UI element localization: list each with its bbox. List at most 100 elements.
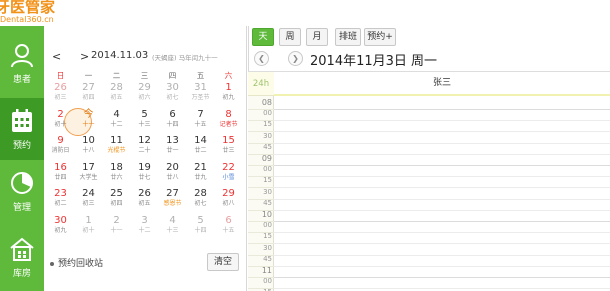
time-label: 00 — [263, 221, 272, 230]
clear-button[interactable]: 清空 — [207, 253, 239, 271]
nav-item-appointments[interactable]: 预约 — [0, 98, 44, 160]
calendar-day[interactable]: 27 感恩节 — [159, 188, 186, 215]
day-lunar: 十五 — [222, 226, 235, 234]
left-nav: 患者 预约 管理 库房 — [0, 26, 44, 291]
month-view-tab[interactable]: 月 — [306, 28, 328, 46]
day-number: 11 — [110, 135, 123, 146]
calendar-day[interactable]: 23 初二 — [47, 188, 74, 215]
calendar-day[interactable]: 15 廿三 — [215, 135, 242, 162]
calendar-day[interactable]: 16 廿四 — [47, 162, 74, 189]
calendar-day[interactable]: 7 十五 — [187, 109, 214, 136]
mini-calendar-lunar: (天蝎座) 马年闰九十一 — [152, 54, 218, 62]
calendar-day[interactable]: 18 廿六 — [103, 162, 130, 189]
calendar-day[interactable]: 6 十五 — [215, 215, 242, 242]
calendar-day[interactable]: 2 十一 — [103, 215, 130, 242]
time-label: 15 — [263, 120, 272, 129]
calendar-day[interactable]: 1 初十 — [75, 215, 102, 242]
calendar-day[interactable]: 4 十三 — [159, 215, 186, 242]
day-number: 5 — [141, 108, 148, 120]
next-day-button[interactable]: ❯ — [288, 51, 303, 66]
mini-calendar-header: < > 2014.11.03 (天蝎座) 马年闰九十一 — [44, 50, 247, 66]
day-number: 6 — [225, 214, 232, 226]
day-lunar: 廿二 — [194, 147, 207, 154]
calendar-day[interactable]: 31 万圣节 — [187, 82, 214, 109]
weekday-header: 三 — [140, 71, 149, 80]
next-month-button[interactable]: > — [80, 50, 89, 63]
calendar-day[interactable]: 13 廿一 — [159, 135, 186, 162]
nav-item-warehouse[interactable]: 库房 — [0, 226, 44, 288]
day-lunar: 十二 — [110, 120, 123, 128]
calendar-day[interactable]: 10 十八 — [75, 135, 102, 162]
calendar-day[interactable]: 2 初十 — [47, 109, 74, 136]
nav-item-patients[interactable]: 患者 — [0, 32, 44, 94]
calendar-day[interactable]: 30 初九 — [47, 215, 74, 242]
day-lunar: 廿四 — [54, 173, 67, 181]
calendar-day-today[interactable]: 今十一 — [75, 109, 102, 136]
calendar-day[interactable]: 1 初九 — [215, 82, 242, 109]
calendar-day[interactable]: 14 廿二 — [187, 135, 214, 162]
schedule-button[interactable]: 排班 — [335, 28, 361, 46]
calendar-day[interactable]: 9 消防日 — [47, 135, 74, 162]
calendar-day[interactable]: 4 十二 — [103, 109, 130, 136]
day-lunar: 初五 — [110, 94, 123, 101]
calendar-day[interactable]: 19 廿七 — [131, 162, 158, 189]
time-label: 15 — [263, 176, 272, 185]
calendar-day[interactable]: 27 初四 — [75, 82, 102, 109]
day-lunar: 十三 — [138, 120, 151, 128]
day-lunar: 初三 — [54, 94, 67, 101]
calendar-day[interactable]: 11 光棍节 — [103, 135, 130, 162]
prev-month-button[interactable]: < — [52, 50, 61, 63]
week-view-tab[interactable]: 周 — [279, 28, 301, 46]
day-lunar: 十二 — [138, 226, 151, 234]
calendar-day[interactable]: 29 初八 — [215, 188, 242, 215]
calendar-day[interactable]: 22 小雪 — [215, 162, 242, 189]
day-lunar: 初三 — [82, 200, 95, 207]
day-number: 30 — [166, 82, 179, 93]
calendar-day[interactable]: 26 初五 — [131, 188, 158, 215]
day-number: 24 — [82, 188, 95, 199]
day-number: 26 — [138, 188, 151, 199]
calendar-day[interactable]: 20 廿八 — [159, 162, 186, 189]
day-lunar: 万圣节 — [191, 94, 210, 101]
calendar-day[interactable]: 21 廿九 — [187, 162, 214, 189]
time-label: 45 — [263, 142, 272, 151]
weekday-header: 六 — [224, 71, 233, 80]
day-number: 2 — [57, 108, 64, 120]
nav-label-appointments: 预约 — [12, 141, 31, 151]
doctor-column-header[interactable]: 张三 — [274, 72, 610, 96]
day-lunar: 廿三 — [222, 147, 235, 154]
calendar-day[interactable]: 3 十二 — [131, 215, 158, 242]
calendar-day[interactable]: 28 初七 — [187, 188, 214, 215]
nav-item-management[interactable]: 管理 — [0, 160, 44, 222]
calendar-day[interactable]: 26 初三 — [47, 82, 74, 109]
calendar-day[interactable]: 24 初三 — [75, 188, 102, 215]
chevron-right-icon: ❯ — [292, 54, 299, 63]
calendar-day[interactable]: 17 大学生 — [75, 162, 102, 189]
day-number: 23 — [54, 188, 67, 199]
appointment-recycle-bin[interactable]: 预约回收站 — [50, 256, 103, 269]
day-lunar: 廿九 — [194, 173, 207, 181]
day-number: 4 — [113, 108, 120, 120]
prev-day-button[interactable]: ❮ — [254, 51, 269, 66]
calendar-day[interactable]: 30 初七 — [159, 82, 186, 109]
day-number: 4 — [169, 214, 176, 226]
app-logo: 牙医管家 Dental360.cn — [0, 0, 80, 26]
calendar-day[interactable]: 28 初五 — [103, 82, 130, 109]
time-label: 00 — [263, 109, 272, 118]
time-label: 30 — [263, 187, 272, 196]
calendar-day[interactable]: 6 十四 — [159, 109, 186, 136]
calendar-day[interactable]: 5 十三 — [131, 109, 158, 136]
calendar-day[interactable]: 8 记者节 — [215, 109, 242, 136]
time-label: 45 — [263, 254, 272, 263]
day-number: 28 — [110, 82, 123, 93]
new-appointment-button[interactable]: 预约+ — [364, 28, 396, 46]
calendar-day[interactable]: 25 初四 — [103, 188, 130, 215]
nav-label-patients: 患者 — [12, 75, 31, 85]
day-lunar: 初十 — [82, 226, 95, 234]
time-slot-row[interactable]: 15 — [248, 287, 610, 291]
warehouse-icon — [10, 237, 34, 261]
day-view-tab[interactable]: 天 — [252, 28, 274, 46]
calendar-day[interactable]: 5 十四 — [187, 215, 214, 242]
calendar-day[interactable]: 12 二十 — [131, 135, 158, 162]
calendar-day[interactable]: 29 初六 — [131, 82, 158, 109]
